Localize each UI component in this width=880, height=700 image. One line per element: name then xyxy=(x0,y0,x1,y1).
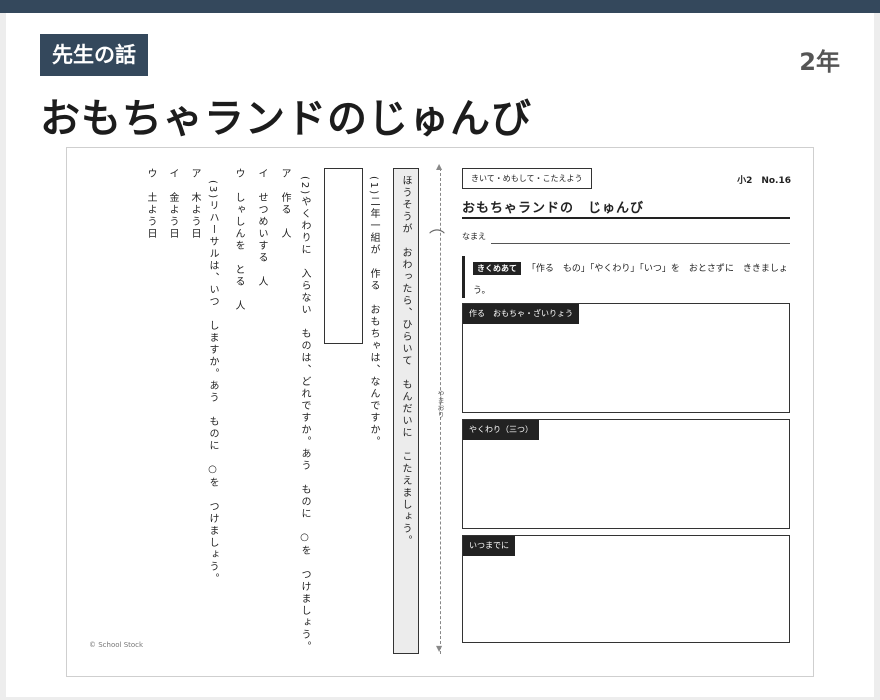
q1-prompt: (1)二年一組が 作る おもちゃは、なんですか。 xyxy=(368,176,379,449)
fold-arrow-up-icon: ▲ xyxy=(436,162,443,171)
fold-curl-icon: ⌒ xyxy=(429,228,446,247)
q2-option-u: ウ しゃしんを とる 人 xyxy=(233,168,244,312)
worksheet-tag: きいて・めもして・こたえよう xyxy=(462,168,592,189)
q3-prompt: (3)リハーサルは、いつ しますか。あう ものに ○を つけましょう。 xyxy=(207,180,218,586)
instruction-box: ほうそうが おわったら、ひらいて もんだいに こたえましょう。 xyxy=(393,168,419,654)
name-label: なまえ xyxy=(462,232,486,241)
worksheet: ウ 土よう日 イ 金よう日 ア 木よう日 (3)リハーサルは、いつ しますか。あ… xyxy=(66,147,814,677)
grade-label: 2年 xyxy=(799,48,840,76)
q2-option-i: イ せつめいする 人 xyxy=(256,168,267,288)
q3-option-u: ウ 土よう日 xyxy=(145,168,156,240)
copyright: © School Stock xyxy=(89,641,144,649)
memo-box-label: いつまでに xyxy=(463,536,515,556)
category-badge: 先生の話 xyxy=(40,34,148,76)
q1-answer-box[interactable] xyxy=(324,168,363,344)
memo-box-label: 作る おもちゃ・ざいりょう xyxy=(463,304,579,324)
page-title: おもちゃランドのじゅんび xyxy=(40,96,532,142)
q3-option-i: イ 金よう日 xyxy=(167,168,178,240)
memo-box-roles[interactable]: やくわり（三つ） xyxy=(462,419,790,529)
listening-goal-tag: きくめあて xyxy=(473,262,521,275)
listening-goal: きくめあて 「作る もの」「やくわり」「いつ」を おとさずに ききましょう。 xyxy=(462,256,790,298)
memo-box-label: やくわり（三つ） xyxy=(463,420,539,440)
sheet-number: 小2 No.16 xyxy=(737,176,791,186)
fold-arrow-down-icon: ▼ xyxy=(436,644,443,653)
q2-option-a: ア 作る 人 xyxy=(279,168,290,240)
worksheet-title: おもちゃランドの じゅんび xyxy=(462,201,645,216)
memo-box-deadline[interactable]: いつまでに xyxy=(462,535,790,643)
q3-option-a: ア 木よう日 xyxy=(189,168,200,240)
q2-prompt: (2)やくわりに 入らない ものは、どれですか。あう ものに ○を つけましょう… xyxy=(299,176,310,654)
title-rule xyxy=(462,217,790,219)
memo-box-toy-materials[interactable]: 作る おもちゃ・ざいりょう xyxy=(462,303,790,413)
name-field[interactable] xyxy=(491,243,790,244)
fold-label: やまおり xyxy=(437,390,445,418)
instruction-text: ほうそうが おわったら、ひらいて もんだいに こたえましょう。 xyxy=(400,175,411,547)
top-bar xyxy=(0,0,880,13)
